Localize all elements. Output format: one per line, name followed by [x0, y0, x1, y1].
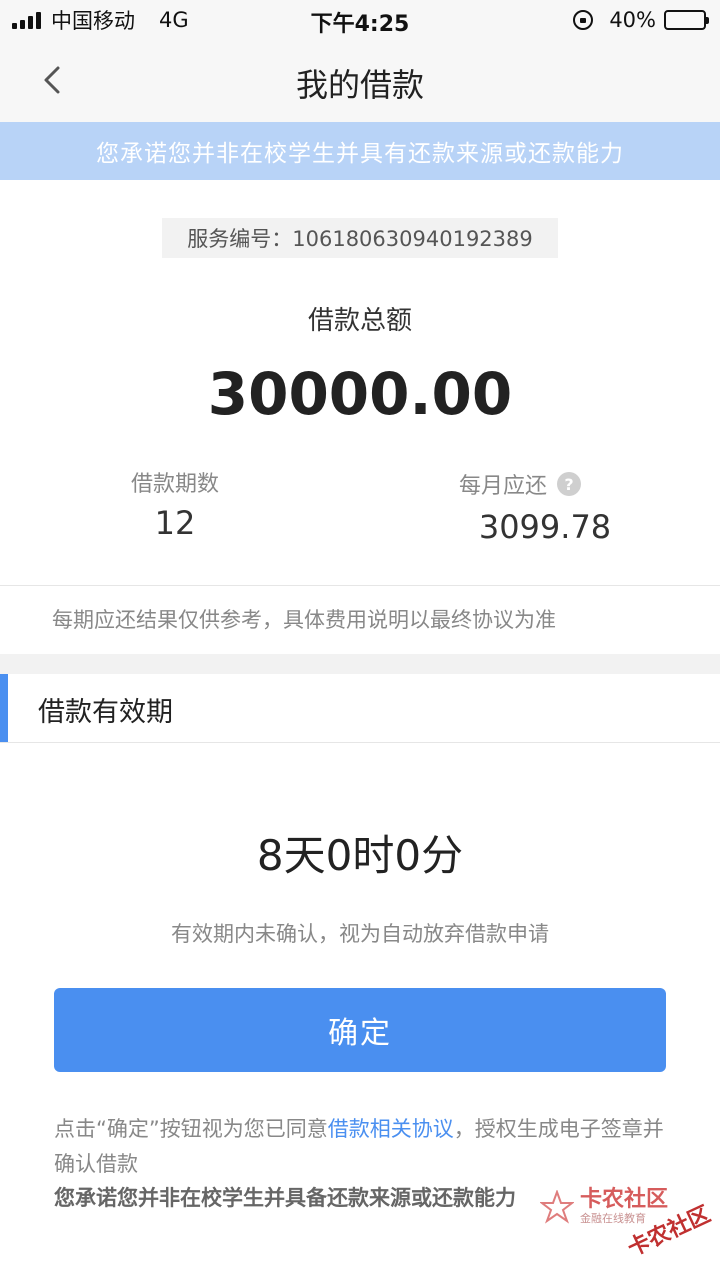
- total-amount-label: 借款总额: [307, 306, 412, 336]
- monthly-payment-label-row: 每月应还 ?: [430, 468, 610, 500]
- validity-note: 有效期内未确认，视为自动放弃借款申请: [171, 922, 549, 946]
- nav-bar: 我的借款: [0, 40, 720, 122]
- total-amount-value: 30000.00: [207, 360, 513, 428]
- divider: [0, 742, 720, 743]
- watermark-stamp: 卡农社区: [624, 1201, 715, 1260]
- rotation-lock-icon: [573, 10, 594, 30]
- term-label: 借款期数: [130, 472, 219, 497]
- battery-percent: 40%: [609, 8, 656, 32]
- section-gap: [0, 654, 720, 674]
- service-number: 服务编号：106180630940192389: [162, 218, 558, 258]
- notice-banner: 您承诺您并非在校学生并具有还款来源或还款能力: [0, 122, 720, 180]
- confirm-button[interactable]: 确定: [54, 988, 666, 1072]
- status-bar-right: 40%: [573, 6, 709, 34]
- section-accent-bar: [0, 674, 8, 742]
- agreement-prefix: 点击“确定”按钮视为您已同意: [54, 1117, 328, 1141]
- payment-note: 每期应还结果仅供参考，具体费用说明以最终协议为准: [52, 608, 556, 632]
- watermark-stamp-text: 卡农社区: [624, 1201, 715, 1260]
- page-title: 我的借款: [295, 66, 424, 104]
- monthly-payment-label: 每月应还: [458, 474, 547, 499]
- loan-agreement-link[interactable]: 借款相关协议: [328, 1117, 454, 1141]
- validity-countdown: 8天0时0分: [256, 831, 464, 880]
- watermark-logo-icon: [540, 1190, 574, 1224]
- validity-section-title: 借款有效期: [38, 697, 173, 728]
- agreement-text: 点击“确定”按钮视为您已同意借款相关协议，授权生成电子签章并确认借款: [54, 1112, 666, 1182]
- divider: [0, 585, 720, 586]
- monthly-payment-value: 3099.78: [478, 508, 612, 546]
- question-circle-icon[interactable]: ?: [557, 472, 581, 496]
- term-value: 12: [154, 504, 196, 542]
- battery-icon: [664, 10, 709, 30]
